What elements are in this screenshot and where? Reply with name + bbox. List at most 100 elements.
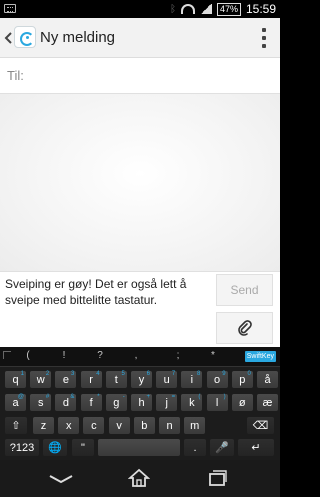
key-hint: ( [198,394,201,400]
symbol-key[interactable]: * [207,350,219,361]
keyboard-key[interactable]: s # [30,394,52,411]
keyboard-key[interactable]: a @ [5,394,26,411]
keyboard-key[interactable]: p0 [231,371,253,388]
microphone-key[interactable]: 🎤 [210,439,234,456]
keyboard-key[interactable]: å [257,371,278,388]
key-label: f [89,396,93,409]
key-label: . [193,441,197,454]
keyboard-key[interactable]: c [83,417,105,434]
key-label: ⇧ [11,420,21,432]
key-hint: & [70,394,75,400]
key-label: ?123 [9,441,35,454]
back-icon[interactable] [48,474,74,484]
swiftkey-logo: SwiftKey [244,351,276,362]
message-input[interactable]: Sveiping er gøy! Det er også lett å svei… [5,276,210,308]
enter-key[interactable]: ↵ [238,439,274,456]
period-key[interactable]: . [184,439,206,456]
key-label: q [12,373,19,386]
messaging-app-icon[interactable] [14,26,36,48]
key-hint: 9 [222,371,226,377]
keyboard-key[interactable]: o9 [206,371,228,388]
send-button[interactable]: Send [216,274,273,306]
key-hint: 7 [171,371,176,377]
keyboard-key[interactable]: m [184,417,206,434]
key-hint: # [45,394,50,400]
keyboard-key[interactable]: k( [181,394,203,411]
wifi-icon [180,4,195,14]
keyboard-key[interactable]: y6 [131,371,152,388]
home-icon[interactable] [128,468,150,488]
key-hint: = [171,394,176,400]
key-label: z [40,419,47,432]
recipient-field[interactable]: Til: [0,58,280,94]
keyboard-key[interactable]: x [58,417,80,434]
keyboard-grip-icon[interactable] [3,351,11,359]
compose-area: Sveiping er gøy! Det er også lett å svei… [0,271,280,347]
back-chevron-icon[interactable] [3,28,13,48]
key-label: 🎤 [215,442,229,454]
status-bar: ᛒ 47% 15:59 [0,0,280,18]
key-label: t [114,373,118,386]
key-label: l [215,396,219,409]
keyboard-key[interactable]: d & [55,394,77,411]
paperclip-icon [237,320,252,336]
symbol-key[interactable]: ? [94,350,106,361]
key-label: ø [238,396,246,409]
keyboard-key[interactable]: g- [105,394,127,411]
symbol-key[interactable]: ! [58,350,70,361]
keyboard-key[interactable]: l) [206,394,228,411]
quote-key[interactable]: " [72,439,94,456]
backspace-key[interactable]: ⌫ [247,417,274,434]
keyboard-key[interactable]: j = [156,394,178,411]
key-label: p [239,373,246,386]
battery-icon: 47% [216,2,241,16]
key-hint: @ [17,394,24,400]
keyboard-key[interactable]: v [108,417,130,434]
keyboard-key[interactable]: ø [231,394,253,411]
key-hint: 2 [45,371,50,377]
key-hint: 0 [247,371,251,377]
key-label: x [65,419,72,432]
symbols-key[interactable]: ?123 [5,439,39,456]
keyboard-key[interactable]: w2 [30,371,52,388]
overflow-menu-icon[interactable] [262,28,266,48]
keyboard-key[interactable]: t5 [105,371,127,388]
recent-apps-icon[interactable] [208,469,228,487]
keyboard-key[interactable]: æ [257,394,278,411]
space-key[interactable] [98,439,180,456]
symbol-key[interactable]: , [130,350,142,361]
keyboard-key[interactable]: e3 [55,371,77,388]
key-hint: - [122,394,125,400]
key-label: n [166,419,173,432]
keyboard-key[interactable]: z [33,417,54,434]
attach-button[interactable] [216,312,273,344]
key-label: ↵ [251,442,261,454]
key-label: r [89,373,93,386]
key-label: s [37,396,44,409]
keyboard-key[interactable]: n [159,417,180,434]
keyboard-key[interactable]: q1 [5,371,26,388]
keyboard-key[interactable]: h + [131,394,152,411]
keyboard: ( ! ? , ; * SwiftKey q1w2e3r4t5y6u7i8o9p… [0,347,280,460]
key-hint: ) [223,394,226,400]
key-label: h [138,396,145,409]
keyboard-key[interactable]: b [133,417,155,434]
keyboard-key[interactable]: f * [80,394,102,411]
key-label: w [36,373,45,386]
language-key[interactable]: 🌐 [43,439,67,456]
key-hint: 5 [121,371,125,377]
keyboard-icon [4,4,16,13]
key-label: c [91,419,97,432]
symbol-key[interactable]: ; [172,350,184,361]
status-icons: ᛒ 47% 15:59 [170,0,276,18]
shift-key[interactable]: ⇧ [5,417,27,434]
keyboard-key[interactable]: u7 [156,371,178,388]
key-label: e [62,373,69,386]
key-label: k [189,396,195,409]
key-label: 🌐 [48,442,62,454]
keyboard-key[interactable]: r4 [80,371,102,388]
key-label: " [81,441,85,454]
key-label: ⌫ [252,420,269,432]
symbol-key[interactable]: ( [22,350,34,361]
keyboard-key[interactable]: i8 [181,371,203,388]
